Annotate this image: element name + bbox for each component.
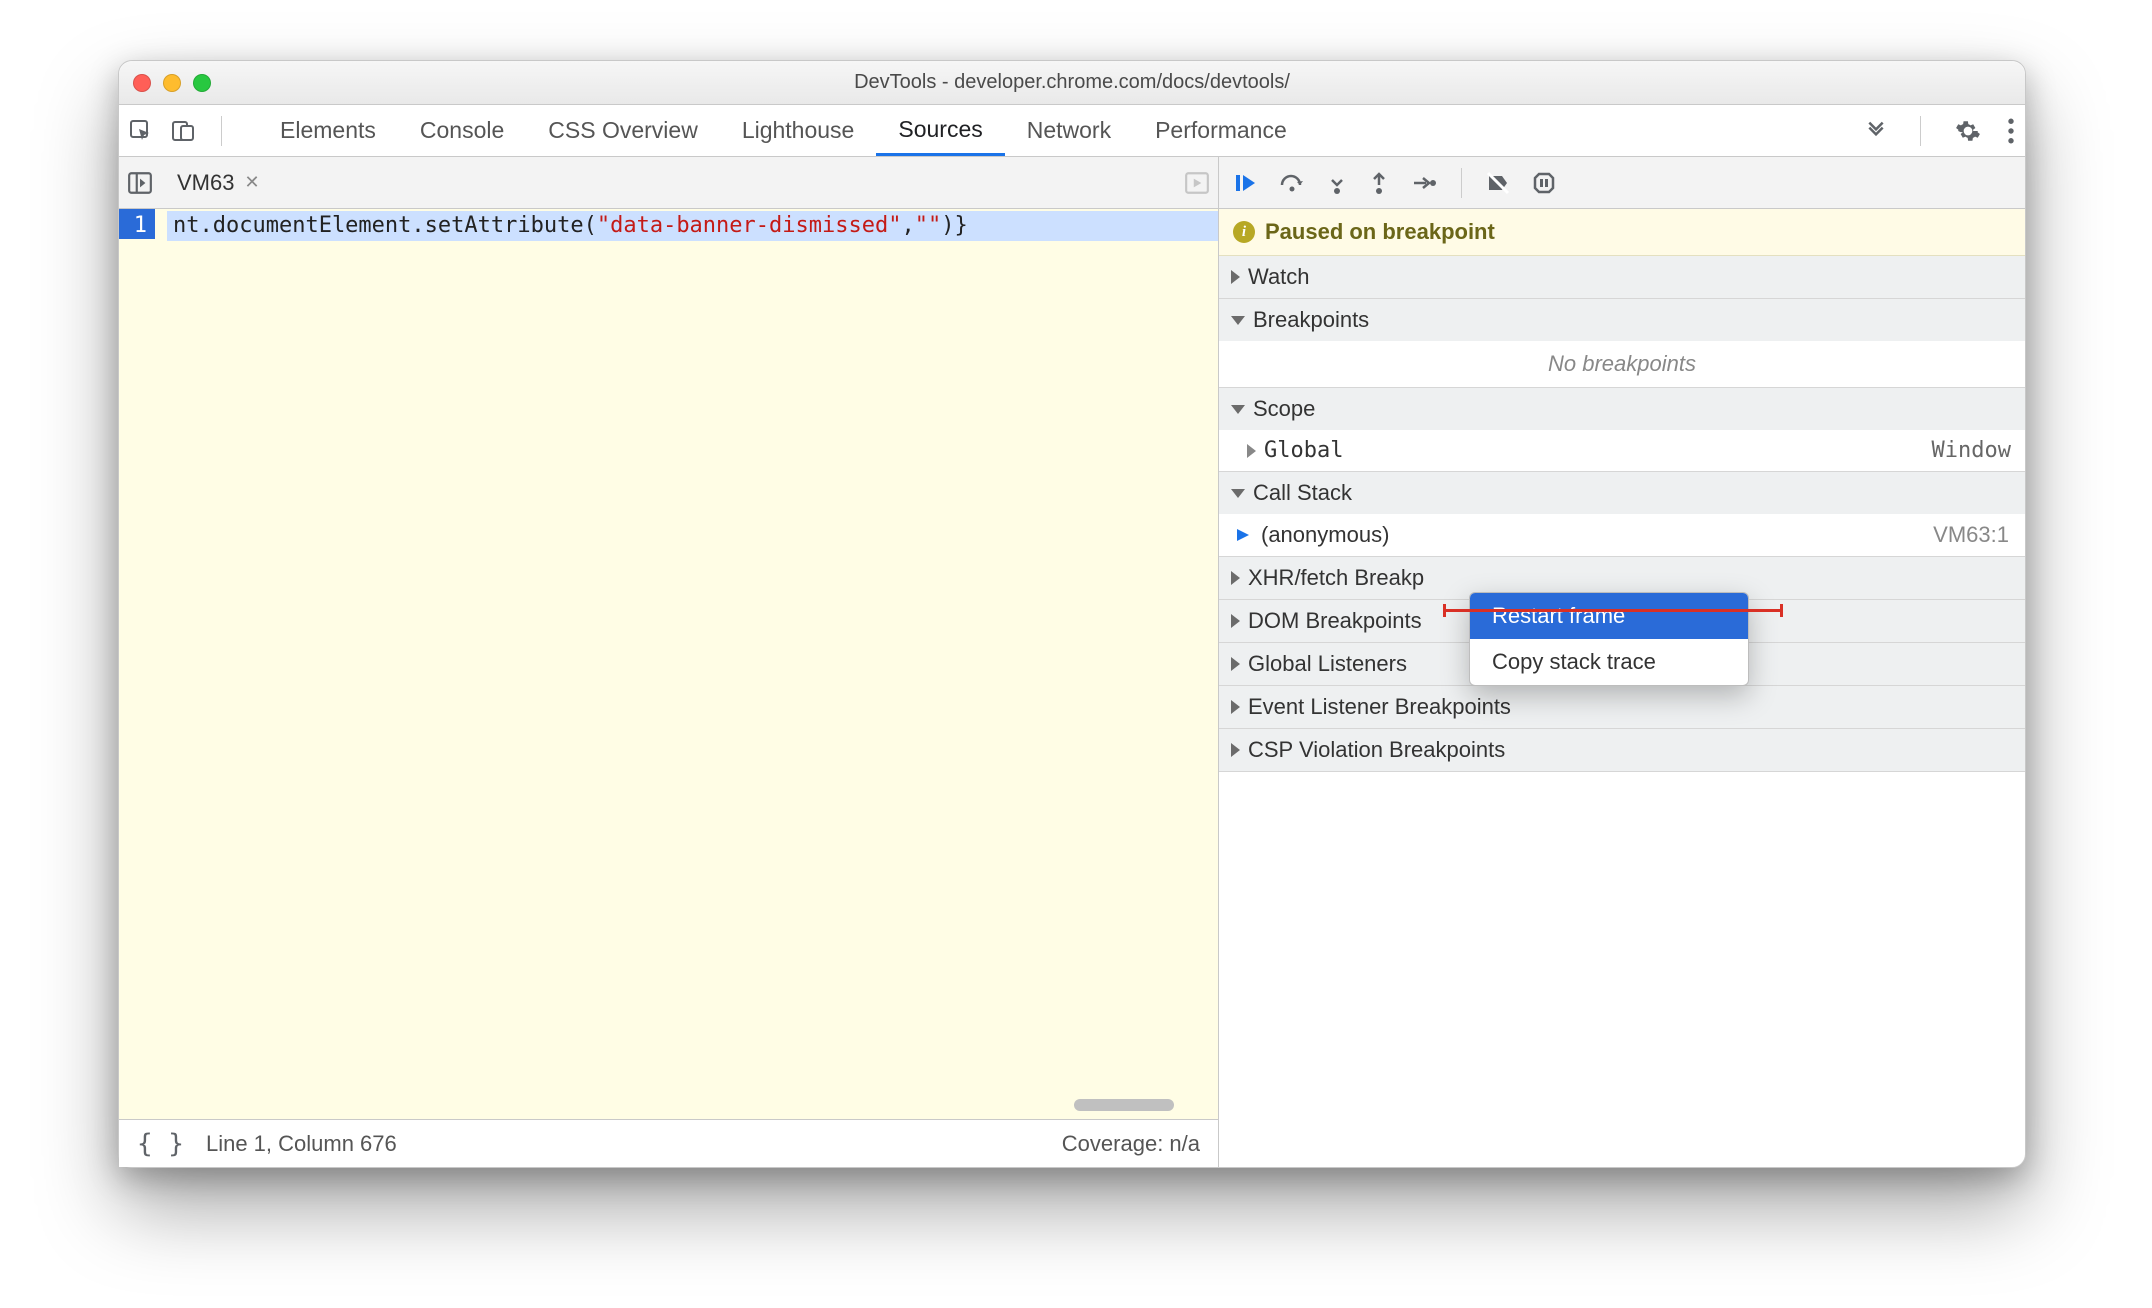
scope-header[interactable]: Scope (1219, 388, 2025, 430)
event-listener-bp-header[interactable]: Event Listener Breakpoints (1219, 686, 2025, 728)
main-body: VM63 ✕ 1 nt.documentElement.setAttribute… (119, 157, 2025, 1167)
step-icon[interactable] (1411, 171, 1437, 195)
resume-icon[interactable] (1233, 171, 1257, 195)
tab-console[interactable]: Console (398, 105, 526, 156)
window-title: DevTools - developer.chrome.com/docs/dev… (119, 71, 2025, 94)
callstack-section: Call Stack (anonymous) VM63:1 (1219, 472, 2025, 557)
expand-icon (1231, 657, 1240, 671)
inspect-element-icon[interactable] (129, 119, 153, 143)
kebab-menu-icon[interactable] (2007, 118, 2015, 144)
collapse-icon (1231, 489, 1245, 498)
debugger-sidebar: i Paused on breakpoint Watch Breakpoints… (1219, 157, 2025, 1167)
tab-elements[interactable]: Elements (258, 105, 398, 156)
step-into-icon[interactable] (1327, 171, 1347, 195)
sources-editor-pane: VM63 ✕ 1 nt.documentElement.setAttribute… (119, 157, 1219, 1167)
titlebar: DevTools - developer.chrome.com/docs/dev… (119, 61, 2025, 105)
collapse-icon (1231, 316, 1245, 325)
expand-icon (1231, 700, 1240, 714)
watch-header[interactable]: Watch (1219, 256, 2025, 298)
callstack-frame[interactable]: (anonymous) VM63:1 (1219, 514, 2025, 556)
devtools-window: DevTools - developer.chrome.com/docs/dev… (118, 60, 2026, 1168)
current-frame-arrow-icon (1235, 527, 1251, 543)
breakpoints-header[interactable]: Breakpoints (1219, 299, 2025, 341)
debugger-toolbar (1219, 157, 2025, 209)
expand-icon (1247, 444, 1256, 458)
tab-css-overview[interactable]: CSS Overview (526, 105, 720, 156)
separator (1461, 168, 1462, 198)
breakpoints-section: Breakpoints No breakpoints (1219, 299, 2025, 388)
expand-icon (1231, 743, 1240, 757)
file-tab[interactable]: VM63 ✕ (167, 157, 270, 208)
context-menu-restart-frame[interactable]: Restart frame (1470, 593, 1748, 639)
separator (1920, 116, 1921, 146)
strike-annotation (1443, 609, 1783, 612)
no-breakpoints-label: No breakpoints (1219, 341, 2025, 387)
horizontal-scrollbar-thumb[interactable] (1074, 1099, 1174, 1111)
panel-tab-strip: Elements Console CSS Overview Lighthouse… (119, 105, 2025, 157)
callstack-header[interactable]: Call Stack (1219, 472, 2025, 514)
paused-banner: i Paused on breakpoint (1219, 209, 2025, 256)
csp-bp-header[interactable]: CSP Violation Breakpoints (1219, 729, 2025, 771)
tab-performance[interactable]: Performance (1133, 105, 1309, 156)
scope-global-row[interactable]: Global Window (1219, 430, 2025, 471)
expand-icon (1231, 270, 1240, 284)
expand-icon (1231, 571, 1240, 585)
tab-lighthouse[interactable]: Lighthouse (720, 105, 877, 156)
pretty-print-icon[interactable]: { } (137, 1129, 184, 1159)
coverage-status: Coverage: n/a (1062, 1131, 1200, 1157)
cursor-position: Line 1, Column 676 (206, 1131, 397, 1157)
code-editor[interactable]: 1 nt.documentElement.setAttribute("data-… (119, 209, 1218, 1119)
more-tabs-icon[interactable] (1866, 121, 1886, 141)
deactivate-breakpoints-icon[interactable] (1486, 171, 1510, 195)
device-toolbar-icon[interactable] (171, 119, 195, 143)
tab-sources[interactable]: Sources (876, 105, 1004, 156)
scope-section: Scope Global Window (1219, 388, 2025, 472)
collapse-icon (1231, 405, 1245, 414)
expand-icon (1231, 614, 1240, 628)
tab-network[interactable]: Network (1005, 105, 1133, 156)
run-snippet-icon[interactable] (1184, 170, 1210, 196)
settings-gear-icon[interactable] (1955, 118, 1981, 144)
context-menu: Restart frame Copy stack trace (1469, 592, 1749, 686)
code-line: nt.documentElement.setAttribute("data-ba… (173, 213, 968, 238)
editor-statusbar: { } Line 1, Column 676 Coverage: n/a (119, 1119, 1218, 1167)
step-over-icon[interactable] (1279, 171, 1305, 195)
paused-label: Paused on breakpoint (1265, 219, 1495, 245)
separator (221, 116, 222, 146)
show-navigator-icon[interactable] (127, 170, 153, 196)
step-out-icon[interactable] (1369, 171, 1389, 195)
file-tab-label: VM63 (177, 170, 234, 196)
event-listener-bp-section: Event Listener Breakpoints (1219, 686, 2025, 729)
close-tab-icon[interactable]: ✕ (244, 172, 259, 193)
info-icon: i (1233, 221, 1255, 243)
editor-tabbar: VM63 ✕ (119, 157, 1218, 209)
context-menu-copy-stack-trace[interactable]: Copy stack trace (1470, 639, 1748, 685)
line-number: 1 (119, 209, 155, 239)
csp-bp-section: CSP Violation Breakpoints (1219, 729, 2025, 772)
pause-on-exceptions-icon[interactable] (1532, 171, 1556, 195)
watch-section: Watch (1219, 256, 2025, 299)
